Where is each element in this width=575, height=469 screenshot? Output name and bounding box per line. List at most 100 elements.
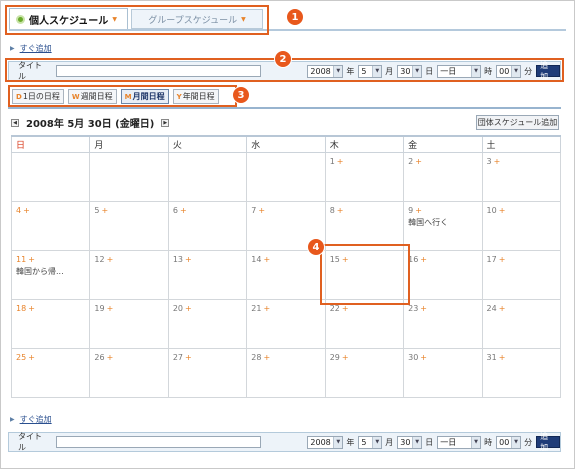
period-select[interactable]: 一日 ▼	[437, 435, 482, 449]
add-event-icon[interactable]: +	[258, 206, 265, 215]
month-select[interactable]: 5 ▼	[358, 435, 383, 449]
calendar-day-cell[interactable]: 4 +	[10, 200, 91, 251]
add-event-icon[interactable]: +	[107, 304, 114, 313]
day-number: 10	[486, 205, 497, 215]
weekday-mon: 月	[89, 135, 169, 153]
day-number: 11	[16, 254, 27, 264]
calendar-event[interactable]: 韓国へ行く	[408, 217, 481, 228]
add-event-icon[interactable]: +	[415, 157, 422, 166]
day-number: 25	[16, 352, 27, 362]
add-button[interactable]: 追加	[536, 432, 561, 452]
calendar-day-cell[interactable]: 19 +	[89, 298, 169, 349]
calendar-day-cell[interactable]: 1 +	[324, 151, 405, 202]
calendar-day-cell[interactable]: 16 +	[403, 249, 483, 300]
quick-add-link-bottom[interactable]: ▶ すぐ追加	[10, 414, 52, 425]
add-event-icon[interactable]: +	[337, 206, 344, 215]
calendar-day-cell[interactable]: 30 +	[403, 347, 483, 398]
calendar-event[interactable]: 韓国から帰...	[16, 266, 89, 277]
add-event-icon[interactable]: +	[28, 304, 35, 313]
highlight-box-3	[8, 85, 237, 107]
add-event-icon[interactable]: +	[28, 255, 35, 264]
calendar-day-cell[interactable]: 31 +	[481, 347, 562, 398]
add-group-schedule-button[interactable]: 団体スケジュール追加	[476, 115, 559, 130]
hour-unit: 時	[484, 437, 493, 447]
calendar-day-cell[interactable]: 6 +	[167, 200, 248, 251]
calendar-empty-cell	[10, 151, 91, 202]
add-event-icon[interactable]: +	[499, 353, 506, 362]
quick-add-link-top[interactable]: ▶ すぐ追加	[10, 43, 52, 54]
calendar-day-cell[interactable]: 21 +	[246, 298, 326, 349]
calendar-day-cell[interactable]: 29 +	[324, 347, 405, 398]
calendar-day-cell[interactable]: 18 +	[10, 298, 91, 349]
day-number: 4	[16, 205, 22, 215]
add-event-icon[interactable]: +	[342, 353, 349, 362]
calendar-week-row: 18 +19 +20 +21 +22 +23 +24 +	[10, 298, 562, 349]
add-event-icon[interactable]: +	[185, 304, 192, 313]
calendar-day-cell[interactable]: 20 +	[167, 298, 248, 349]
add-event-icon[interactable]: +	[102, 206, 109, 215]
calendar-day-cell[interactable]: 24 +	[481, 298, 562, 349]
calendar-day-cell[interactable]: 14 +	[246, 249, 326, 300]
quick-add-text: すぐ追加	[19, 415, 52, 424]
add-event-icon[interactable]: +	[263, 255, 270, 264]
day-number: 2	[408, 156, 414, 166]
prev-month-icon[interactable]: ◀	[11, 118, 19, 127]
add-event-icon[interactable]: +	[107, 255, 114, 264]
calendar-day-cell[interactable]: 5 +	[89, 200, 169, 251]
calendar-day-cell[interactable]: 9 + 韓国へ行く	[403, 200, 483, 251]
calendar-week-row: 1 +2 +3 +	[10, 151, 562, 202]
title-input[interactable]	[55, 436, 262, 448]
add-event-icon[interactable]: +	[180, 206, 187, 215]
calendar-day-cell[interactable]: 8 +	[324, 200, 405, 251]
add-event-icon[interactable]: +	[107, 353, 114, 362]
minute-select[interactable]: 00 ▼	[496, 435, 522, 449]
month-value: 5	[361, 437, 367, 447]
calendar-day-cell[interactable]: 22 +	[324, 298, 405, 349]
add-event-icon[interactable]: +	[337, 157, 344, 166]
add-event-icon[interactable]: +	[185, 255, 192, 264]
add-event-icon[interactable]: +	[23, 206, 30, 215]
day-number: 31	[486, 352, 497, 362]
add-event-icon[interactable]: +	[415, 206, 422, 215]
day-number: 28	[251, 352, 262, 362]
next-month-icon[interactable]: ▶	[161, 118, 170, 127]
add-event-icon[interactable]: +	[185, 353, 192, 362]
calendar-day-cell[interactable]: 12 +	[89, 249, 169, 300]
add-event-icon[interactable]: +	[420, 255, 427, 264]
calendar-empty-cell	[246, 151, 326, 202]
weekday-thu: 木	[324, 135, 405, 153]
day-select[interactable]: 30 ▼	[397, 435, 423, 449]
add-event-icon[interactable]: +	[499, 304, 506, 313]
calendar-day-cell[interactable]: 13 +	[167, 249, 248, 300]
add-event-icon[interactable]: +	[28, 353, 35, 362]
calendar-day-cell[interactable]: 28 +	[246, 347, 326, 398]
calendar-day-cell[interactable]: 3 +	[481, 151, 562, 202]
day-number: 17	[486, 254, 497, 264]
weekday-fri: 金	[403, 135, 483, 153]
chevron-down-icon: ▼	[412, 436, 422, 448]
calendar-day-cell[interactable]: 23 +	[403, 298, 483, 349]
add-event-icon[interactable]: +	[420, 304, 427, 313]
calendar-day-cell[interactable]: 2 +	[403, 151, 483, 202]
calendar-day-cell[interactable]: 25 +	[10, 347, 91, 398]
day-number: 13	[172, 254, 184, 264]
day-number: 21	[251, 303, 262, 313]
add-event-icon[interactable]: +	[263, 304, 270, 313]
add-event-icon[interactable]: +	[263, 353, 270, 362]
add-event-icon[interactable]: +	[499, 255, 506, 264]
calendar-day-cell[interactable]: 11 + 韓国から帰...	[10, 249, 91, 300]
day-number: 9	[408, 205, 414, 215]
year-select[interactable]: 2008 ▼	[307, 435, 344, 449]
calendar-day-cell[interactable]: 10 +	[481, 200, 562, 251]
day-value: 30	[400, 437, 411, 447]
add-event-icon[interactable]: +	[420, 353, 427, 362]
calendar-day-cell[interactable]: 17 +	[481, 249, 562, 300]
calendar-day-cell[interactable]: 27 +	[167, 347, 248, 398]
day-number: 1	[329, 156, 335, 166]
add-event-icon[interactable]: +	[499, 206, 506, 215]
view-separator	[8, 107, 561, 109]
calendar-day-cell[interactable]: 26 +	[89, 347, 169, 398]
day-number: 5	[94, 205, 100, 215]
add-event-icon[interactable]: +	[494, 157, 501, 166]
chevron-down-icon: ▼	[372, 436, 382, 448]
